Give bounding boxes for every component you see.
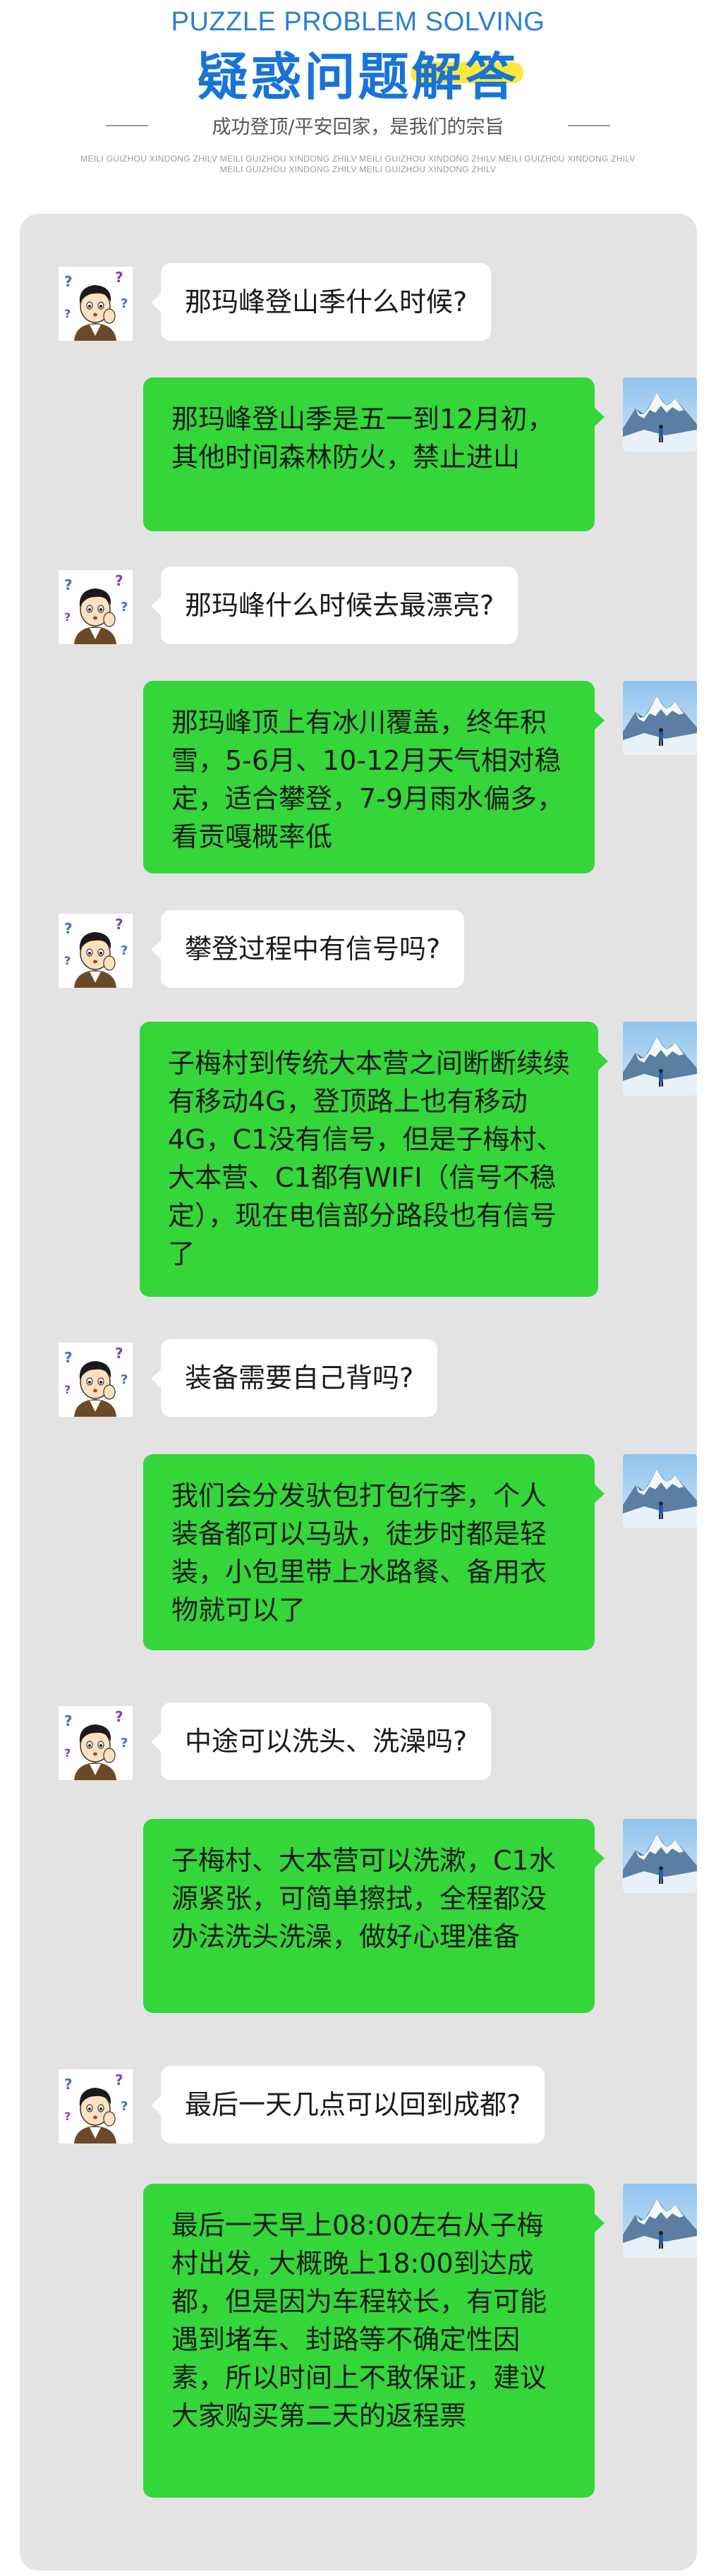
answer-bubble: 子梅村、大本营可以洗漱，C1水源紧张，可简单擦拭，全程都没办法洗头洗澡，做好心理… [143,1819,605,2013]
title-chinese: 疑惑问题解答 [0,35,716,109]
page-header: PUZZLE PROBLEM SOLVING 疑惑问题解答 成功登顶/平安回家，… [0,0,716,212]
answer-bubble: 我们会分发驮包打包行李，个人装备都可以马驮，徒步时都是轻装，小包里带上水路餐、备… [143,1454,605,1650]
question-bubble: 攀登过程中有信号吗? [150,910,465,988]
answer-bubble: 那玛峰登山季是五一到12月初，其他时间森林防火，禁止进山 [143,377,605,531]
snow-mountain-avatar-icon [623,377,697,452]
question-bubble: 那玛峰什么时候去最漂亮? [150,567,518,644]
confused-boy-avatar-icon [59,1706,133,1780]
snow-mountain-avatar-icon [623,681,697,755]
divider-right [568,125,610,126]
title-chinese-highlight: 解答 [410,35,523,109]
answer-bubble: 那玛峰顶上有冰川覆盖，终年积雪，5-6月、10-12月天气相对稳定，适合攀登，7… [143,681,605,873]
decorative-caption-1: MEILI GUIZHOU XINDONG ZHILV MEILI GUIZHO… [80,154,636,164]
question-bubble: 那玛峰登山季什么时候? [150,263,492,341]
title-chinese-main: 疑惑问题 [197,47,412,107]
snow-mountain-avatar-icon [623,1819,697,1893]
confused-boy-avatar-icon [59,914,133,988]
answer-bubble: 最后一天早上08:00左右从子梅村出发, 大概晚上18:00到达成都，但是因为车… [143,2184,605,2498]
question-bubble: 装备需要自己背吗? [150,1339,438,1417]
confused-boy-avatar-icon [59,570,133,644]
snow-mountain-avatar-icon [623,1022,697,1096]
snow-mountain-avatar-icon [623,1454,697,1528]
confused-boy-avatar-icon [59,2069,133,2143]
title-english: PUZZLE PROBLEM SOLVING [171,7,545,37]
question-bubble: 最后一天几点可以回到成都? [150,2066,545,2143]
decorative-caption-2: MEILI GUIZHOU XINDONG ZHILV MEILI GUIZHO… [219,164,497,174]
slogan-row: 成功登顶/平安回家，是我们的宗旨 [0,111,716,140]
question-bubble: 中途可以洗头、洗澡吗? [150,1703,492,1780]
snow-mountain-avatar-icon [623,2184,697,2258]
confused-boy-avatar-icon [59,1343,133,1417]
confused-boy-avatar-icon [59,267,133,341]
faq-chat-panel: 那玛峰登山季什么时候? 那玛峰登山季是五一到12月初，其他时间森林防火，禁止进山… [20,214,697,2570]
answer-bubble: 子梅村到传统大本营之间断断续续有移动4G，登顶路上也有移动4G，C1没有信号，但… [140,1022,608,1297]
